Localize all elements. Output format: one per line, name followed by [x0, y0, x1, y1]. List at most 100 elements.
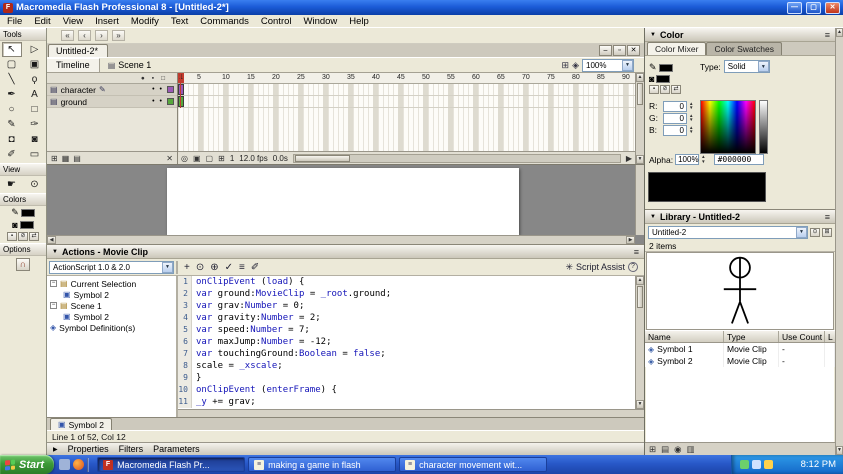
new-symbol-icon[interactable]: ⊞	[649, 444, 656, 455]
tab-filters[interactable]: Filters	[119, 444, 144, 454]
scroll-down-icon[interactable]: ▼	[636, 400, 644, 409]
fill-color-swatch[interactable]	[20, 221, 34, 229]
stepper-icon[interactable]: ▲▼	[689, 114, 693, 123]
code-line[interactable]: 3var grav:Number = 0;	[178, 300, 635, 312]
scroll-down-icon[interactable]: ▼	[836, 446, 843, 455]
fill-color-control[interactable]: ◙	[12, 220, 33, 230]
tree-item-current-selection[interactable]: − ▤ Current Selection	[47, 278, 176, 289]
scroll-up-icon[interactable]: ▲	[636, 73, 644, 82]
code-line[interactable]: 4var gravity:Number = 2;	[178, 312, 635, 324]
hand-tool-icon[interactable]: ☛	[2, 177, 22, 192]
collapse-arrow-icon[interactable]: ▼	[650, 214, 656, 220]
visibility-dot[interactable]: •	[152, 98, 154, 105]
timeline-tab[interactable]: Timeline	[47, 58, 100, 72]
code-line[interactable]: 1onClipEvent (load) {	[178, 276, 635, 288]
gradient-transform-tool-icon[interactable]: ▣	[25, 57, 45, 72]
edit-multiple-frames-icon[interactable]: ⊞	[218, 154, 225, 163]
stepper-icon[interactable]: ▲▼	[689, 126, 693, 135]
default-colors-icon[interactable]: ▪	[7, 232, 17, 241]
menu-edit[interactable]: Edit	[28, 16, 56, 27]
free-transform-tool-icon[interactable]: ▢	[2, 57, 22, 72]
tree-item-symbol-2[interactable]: ▣ Symbol 2	[47, 311, 176, 322]
scroll-down-icon[interactable]: ▼	[636, 155, 644, 164]
auto-format-icon[interactable]: ≡	[239, 262, 245, 273]
center-frame-icon[interactable]: ◎	[181, 154, 188, 163]
menu-modify[interactable]: Modify	[125, 16, 165, 27]
brightness-slider[interactable]	[759, 100, 768, 154]
no-color-icon[interactable]: ⊘	[18, 232, 28, 241]
code-line[interactable]: 9}	[178, 372, 635, 384]
first-frame-icon[interactable]: «	[61, 30, 74, 41]
zoom-select[interactable]: 100% ▼	[582, 59, 634, 72]
delete-layer-icon[interactable]: ✕	[166, 154, 173, 163]
panel-menu-icon[interactable]: ≡	[825, 212, 830, 222]
fill-type-select[interactable]: Solid ▼	[724, 60, 770, 73]
tree-item-symbol-2[interactable]: ▣ Symbol 2	[47, 289, 176, 300]
check-syntax-icon[interactable]: ✓	[225, 262, 233, 273]
quick-launch-icon[interactable]	[73, 459, 84, 470]
actions-panel-header[interactable]: ▼ Actions - Movie Clip ≡	[47, 245, 644, 259]
collapse-arrow-icon[interactable]: ▼	[52, 249, 58, 255]
code-line[interactable]: 10onClipEvent (enterFrame) {	[178, 384, 635, 396]
library-item-row[interactable]: ◈Symbol 1Movie Clip-	[645, 343, 835, 355]
onion-skin-icon[interactable]: ▣	[193, 154, 201, 163]
fill-color-control[interactable]: ◙	[649, 74, 681, 84]
color-panel-header[interactable]: ▼ Color ≡	[645, 28, 835, 42]
new-folder-icon[interactable]: ▤	[661, 444, 669, 455]
library-item-row[interactable]: ◈Symbol 2Movie Clip-	[645, 355, 835, 367]
edit-scene-icon[interactable]: ⊞	[562, 60, 570, 71]
stepper-icon[interactable]: ▲▼	[689, 102, 693, 111]
add-motion-guide-icon[interactable]: ▦	[62, 154, 70, 163]
panel-menu-icon[interactable]: ≡	[825, 30, 830, 40]
tab-color-mixer[interactable]: Color Mixer	[647, 42, 706, 55]
hex-color-input[interactable]: #000000	[714, 154, 764, 165]
keyframe[interactable]	[178, 96, 184, 107]
visibility-dot[interactable]: •	[152, 86, 154, 93]
channel-input[interactable]: 0	[663, 113, 687, 124]
tab-color-swatches[interactable]: Color Swatches	[706, 42, 782, 55]
scene-breadcrumb[interactable]: ▤ Scene 1	[108, 60, 152, 70]
scroll-thumb[interactable]	[637, 286, 643, 308]
document-tab[interactable]: Untitled-2*	[48, 44, 108, 57]
item-properties-icon[interactable]: ◉	[674, 444, 681, 455]
taskbar-task[interactable]: ≡character movement wit...	[399, 457, 547, 472]
tray-icon[interactable]	[740, 460, 749, 469]
taskbar-task[interactable]: ≡making a game in flash	[248, 457, 396, 472]
lasso-tool-icon[interactable]: ϙ	[25, 72, 45, 87]
selection-tool-icon[interactable]: ↖	[2, 42, 22, 57]
script-assist-button[interactable]: ✳ Script Assist ?	[565, 262, 638, 273]
script-tab-symbol-2[interactable]: ▣ Symbol 2	[50, 418, 112, 430]
tree-item-symbol-definitions[interactable]: ◈ Symbol Definition(s)	[47, 322, 176, 333]
swap-colors-icon[interactable]: ⇄	[29, 232, 39, 241]
line-tool-icon[interactable]: ╲	[2, 72, 22, 87]
tab-properties[interactable]: Properties	[68, 444, 109, 454]
eyedropper-tool-icon[interactable]: ✐	[2, 147, 22, 162]
stepper-icon[interactable]: ▲▼	[701, 155, 705, 164]
column-linkage[interactable]: L	[825, 331, 835, 342]
layer-row-ground[interactable]: ▤ ground • •	[47, 96, 177, 108]
stage-canvas[interactable]	[167, 168, 519, 235]
taskbar-task[interactable]: FMacromedia Flash Pr...	[97, 457, 245, 472]
text-tool-icon[interactable]: A	[25, 87, 45, 102]
channel-input[interactable]: 0	[663, 101, 687, 112]
eraser-tool-icon[interactable]: ▭	[25, 147, 45, 162]
layer-row-character[interactable]: ▤ character ✎ • •	[47, 84, 177, 96]
channel-input[interactable]: 0	[663, 125, 687, 136]
expand-arrow-icon[interactable]: ▶	[53, 446, 58, 453]
scroll-thumb[interactable]	[295, 155, 350, 162]
swap-colors-icon[interactable]: ⇄	[671, 85, 681, 94]
scroll-up-icon[interactable]: ▲	[636, 276, 644, 285]
column-type[interactable]: Type	[724, 331, 779, 342]
frames-row-ground[interactable]	[178, 96, 635, 108]
prev-frame-icon[interactable]: ‹	[78, 30, 91, 41]
code-line[interactable]: 5var speed:Number = 7;	[178, 324, 635, 336]
layer-name[interactable]: ground	[61, 97, 87, 107]
pencil-tool-icon[interactable]: ✎	[2, 117, 22, 132]
lock-dot[interactable]: •	[160, 86, 162, 93]
stroke-color-control[interactable]: ✎	[11, 207, 35, 218]
new-library-window-icon[interactable]: ⊞	[822, 228, 832, 237]
onion-outline-icon[interactable]: ▢	[206, 154, 214, 163]
menu-control[interactable]: Control	[255, 16, 298, 27]
column-name[interactable]: Name	[645, 331, 724, 342]
keyframe[interactable]	[178, 84, 184, 95]
